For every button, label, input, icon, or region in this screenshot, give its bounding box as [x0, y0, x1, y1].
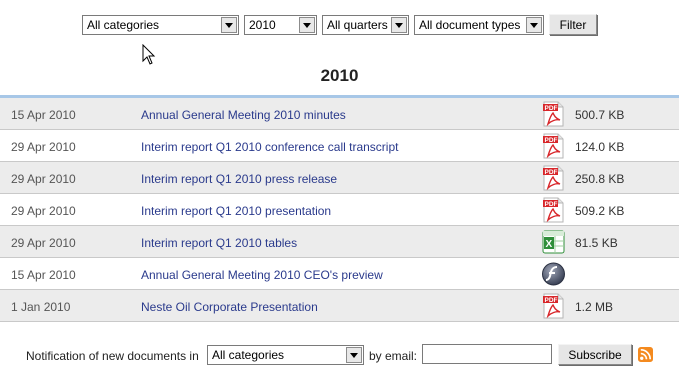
year-select-value: 2010 [249, 18, 276, 32]
flash-icon[interactable] [541, 261, 566, 287]
document-date: 29 Apr 2010 [11, 172, 76, 186]
quarter-select-value: All quarters [327, 18, 388, 32]
pdf-icon[interactable]: PDF [541, 165, 566, 191]
document-link[interactable]: Interim report Q1 2010 press release [141, 172, 337, 186]
subscribe-button[interactable]: Subscribe [558, 344, 632, 365]
file-size: 1.2 MB [575, 300, 614, 314]
page-title: 2010 [320, 66, 359, 85]
document-link[interactable]: Annual General Meeting 2010 minutes [141, 108, 346, 122]
table-row: 15 Apr 2010 Annual General Meeting 2010 m… [0, 98, 679, 130]
svg-text:PDF: PDF [545, 105, 558, 112]
document-date: 29 Apr 2010 [11, 236, 76, 250]
document-type-select[interactable]: All document types [414, 15, 544, 35]
document-link[interactable]: Neste Oil Corporate Presentation [141, 300, 318, 314]
email-field[interactable] [422, 344, 552, 364]
document-date: 29 Apr 2010 [11, 140, 76, 154]
quarter-select[interactable]: All quarters [322, 15, 409, 35]
document-date: 15 Apr 2010 [11, 268, 76, 282]
document-date: 29 Apr 2010 [11, 204, 76, 218]
pdf-icon[interactable]: PDF [541, 293, 566, 319]
pdf-icon[interactable]: PDF [541, 101, 566, 127]
chevron-down-icon[interactable] [391, 17, 407, 33]
file-size: 500.7 KB [575, 108, 625, 122]
document-link[interactable]: Interim report Q1 2010 presentation [141, 204, 331, 218]
table-row: 29 Apr 2010 Interim report Q1 2010 tables… [0, 226, 679, 258]
file-size: 509.2 KB [575, 204, 625, 218]
rss-icon[interactable] [638, 347, 653, 362]
document-link[interactable]: Interim report Q1 2010 tables [141, 236, 297, 250]
chevron-down-icon[interactable] [346, 347, 362, 363]
file-size: 250.8 KB [575, 172, 625, 186]
year-select[interactable]: 2010 [244, 15, 317, 35]
chevron-down-icon[interactable] [221, 17, 237, 33]
table-row: 15 Apr 2010 Annual General Meeting 2010 C… [0, 258, 679, 290]
table-row: 29 Apr 2010 Interim report Q1 2010 confer… [0, 130, 679, 162]
file-size: 81.5 KB [575, 236, 618, 250]
pdf-icon[interactable]: PDF [541, 197, 566, 223]
notification-label: Notification of new documents in [26, 349, 199, 363]
document-date: 15 Apr 2010 [11, 108, 76, 122]
document-date: 1 Jan 2010 [11, 300, 71, 314]
svg-text:X: X [546, 239, 553, 250]
chevron-down-icon[interactable] [299, 17, 315, 33]
table-row: 29 Apr 2010 Interim report Q1 2010 press … [0, 162, 679, 194]
notification-form: Notification of new documents in All cat… [0, 343, 679, 367]
svg-text:PDF: PDF [545, 201, 558, 208]
document-link[interactable]: Interim report Q1 2010 conference call t… [141, 140, 398, 154]
category-select[interactable]: All categories [82, 15, 239, 35]
file-size: 124.0 KB [575, 140, 625, 154]
pdf-icon[interactable]: PDF [541, 133, 566, 159]
table-row: 1 Jan 2010 Neste Oil Corporate Presentati… [0, 290, 679, 322]
category-select-value: All categories [87, 18, 160, 32]
filter-button[interactable]: Filter [549, 14, 597, 35]
svg-text:PDF: PDF [545, 169, 558, 176]
document-type-select-value: All document types [419, 18, 521, 32]
notification-category-select[interactable]: All categories [207, 345, 364, 365]
mouse-cursor-icon [142, 44, 156, 65]
document-link[interactable]: Annual General Meeting 2010 CEO's previe… [141, 268, 383, 282]
chevron-down-icon[interactable] [526, 17, 542, 33]
notification-category-value: All categories [212, 348, 285, 362]
table-row: 29 Apr 2010 Interim report Q1 2010 presen… [0, 194, 679, 226]
email-label: by email: [369, 349, 418, 363]
documents-table: 15 Apr 2010 Annual General Meeting 2010 m… [0, 95, 679, 322]
excel-icon[interactable]: X [541, 229, 566, 255]
svg-text:PDF: PDF [545, 137, 558, 144]
svg-text:PDF: PDF [545, 297, 558, 304]
